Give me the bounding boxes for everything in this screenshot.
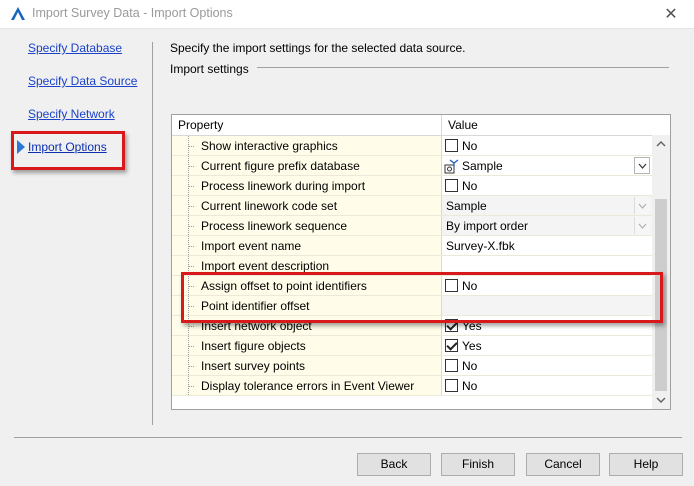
value-text: Yes: [462, 339, 482, 353]
property-cell: Process linework during import: [172, 176, 441, 196]
nav-specify-network[interactable]: Specify Network: [28, 107, 115, 121]
column-header-value: Value: [448, 118, 478, 132]
value-text: No: [462, 179, 478, 193]
property-cell: Current figure prefix database: [172, 156, 441, 176]
annotation-highlight-offset-rows: [181, 272, 663, 323]
footer-divider: [14, 437, 682, 438]
value-text: No: [462, 139, 478, 153]
property-cell: Show interactive graphics: [172, 136, 441, 156]
nav-specify-data-source[interactable]: Specify Data Source: [28, 74, 137, 88]
property-cell: Process linework sequence: [172, 216, 441, 236]
grid-row[interactable]: Insert figure objects Yes: [172, 336, 652, 356]
annotation-highlight-nav: [11, 131, 125, 170]
group-label: Import settings: [170, 62, 249, 76]
property-label: Import event name: [201, 239, 302, 253]
title-bar: Import Survey Data - Import Options ✕: [0, 0, 694, 29]
value-text: Sample: [446, 199, 487, 213]
cancel-button[interactable]: Cancel: [526, 453, 600, 476]
property-label: Process linework sequence: [201, 219, 348, 233]
grid-row[interactable]: Insert survey points No: [172, 356, 652, 376]
property-label: Current figure prefix database: [201, 159, 360, 173]
value-text: No: [462, 359, 478, 373]
grid-row[interactable]: Current figure prefix database Sample: [172, 156, 652, 176]
display-tolerance-errors-checkbox[interactable]: [445, 379, 458, 392]
value-cell[interactable]: No: [442, 176, 652, 196]
property-cell: Insert survey points: [172, 356, 441, 376]
chevron-down-icon[interactable]: [634, 157, 650, 174]
import-event-name-field[interactable]: Survey-X.fbk: [442, 236, 652, 256]
insert-survey-points-checkbox[interactable]: [445, 359, 458, 372]
value-cell[interactable]: Yes: [442, 336, 652, 356]
wizard-nav: Specify Database Specify Data Source Spe…: [0, 28, 150, 428]
property-cell: Import event name: [172, 236, 441, 256]
property-label: Insert survey points: [201, 359, 306, 373]
help-button[interactable]: Help: [609, 453, 683, 476]
grid-row[interactable]: Process linework during import No: [172, 176, 652, 196]
value-cell[interactable]: No: [442, 376, 652, 396]
property-label: Process linework during import: [201, 179, 366, 193]
grid-row[interactable]: Import event name Survey-X.fbk: [172, 236, 652, 256]
value-text: Survey-X.fbk: [446, 239, 515, 253]
grid-row[interactable]: Display tolerance errors in Event Viewer…: [172, 376, 652, 396]
grid-row: Current linework code set Sample: [172, 196, 652, 216]
property-grid: Property Value Show interactive graphics…: [171, 114, 671, 410]
column-separator: [441, 115, 442, 135]
process-linework-checkbox[interactable]: [445, 179, 458, 192]
column-header-property: Property: [178, 118, 224, 132]
property-cell: Insert figure objects: [172, 336, 441, 356]
scroll-up-icon[interactable]: [656, 139, 666, 149]
window-title: Import Survey Data - Import Options: [32, 6, 233, 20]
property-cell: Current linework code set: [172, 196, 441, 216]
value-cell[interactable]: No: [442, 356, 652, 376]
property-label: Import event description: [201, 259, 330, 273]
nav-divider: [152, 42, 153, 425]
finish-button[interactable]: Finish: [441, 453, 515, 476]
value-text: No: [462, 379, 478, 393]
insert-figure-objects-checkbox[interactable]: [445, 339, 458, 352]
linework-code-set-combo: Sample: [442, 196, 652, 216]
chevron-down-icon: [634, 197, 650, 214]
figure-prefix-combo[interactable]: Sample: [442, 156, 652, 176]
value-text: By import order: [446, 219, 529, 233]
property-label: Current linework code set: [201, 199, 338, 213]
property-label: Show interactive graphics: [201, 139, 338, 153]
civil3d-app-icon: [11, 7, 25, 20]
value-text: Sample: [462, 159, 503, 173]
linework-sequence-combo: By import order: [442, 216, 652, 236]
grid-row[interactable]: Show interactive graphics No: [172, 136, 652, 156]
grid-header: Property Value: [172, 115, 652, 136]
property-label: Display tolerance errors in Event Viewer: [201, 379, 415, 393]
instruction-text: Specify the import settings for the sele…: [170, 41, 466, 55]
grid-rows: Show interactive graphics No Current fig…: [172, 136, 652, 396]
grid-row: Process linework sequence By import orde…: [172, 216, 652, 236]
show-interactive-graphics-checkbox[interactable]: [445, 139, 458, 152]
nav-specify-database[interactable]: Specify Database: [28, 41, 122, 55]
property-label: Insert figure objects: [201, 339, 306, 353]
close-icon[interactable]: ✕: [648, 0, 694, 28]
scroll-down-icon[interactable]: [656, 395, 666, 405]
group-divider: [257, 67, 669, 68]
chevron-down-icon: [634, 217, 650, 234]
property-cell: Display tolerance errors in Event Viewer: [172, 376, 441, 396]
figure-prefix-icon: [444, 159, 459, 174]
value-cell[interactable]: No: [442, 136, 652, 156]
back-button[interactable]: Back: [357, 453, 431, 476]
